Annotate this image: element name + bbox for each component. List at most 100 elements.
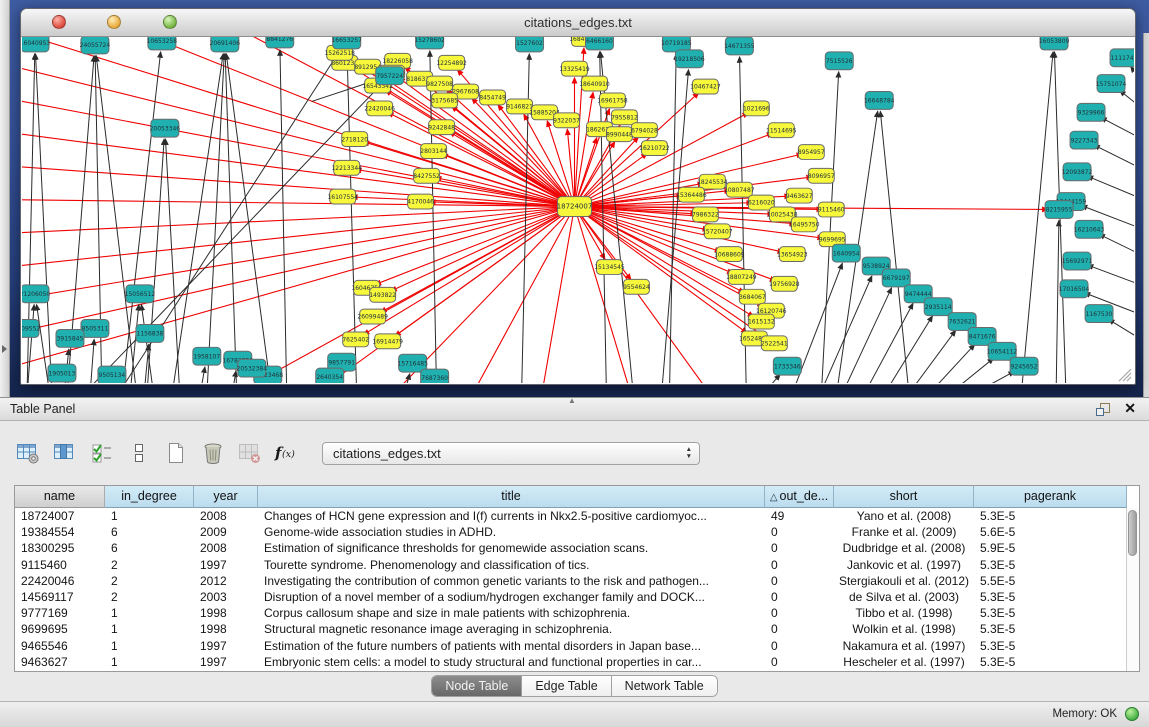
table-row[interactable]: 1456911722003Disruption of a novel membe… [15,589,1126,605]
graph-node[interactable]: 17016504 [1059,280,1090,298]
cell-year[interactable]: 1997 [194,655,258,669]
cell-short[interactable]: Yano et al. (2008) [834,509,974,523]
graph-node[interactable]: 19756928 [769,276,800,291]
column-header-short[interactable]: short [834,486,974,508]
graph-node[interactable]: 16648784 [864,92,895,110]
table-row[interactable]: 1872400712008Changes of HCN gene express… [15,508,1126,524]
cell-out-de-[interactable]: 0 [765,525,834,539]
graph-node[interactable]: 18807249 [726,269,757,284]
tab-edge-table[interactable]: Edge Table [522,676,611,696]
graph-node[interactable]: 16914479 [372,334,403,349]
cell-in-degree[interactable]: 1 [105,509,194,523]
new-document-icon[interactable] [162,440,189,467]
cell-in-degree[interactable]: 2 [105,590,194,604]
table-row[interactable]: 977716911998Corpus callosum shape and si… [15,605,1126,621]
cell-title[interactable]: Corpus callosum shape and size in male p… [258,606,765,620]
cell-year[interactable]: 2012 [194,574,258,588]
cell-name[interactable]: 9115460 [15,558,105,572]
cell-name[interactable]: 9699695 [15,622,105,636]
graph-node[interactable]: 26099489 [357,309,388,324]
table-row[interactable]: 2242004622012Investigating the contribut… [15,573,1126,589]
cell-pagerank[interactable]: 5.3E-5 [974,606,1126,620]
graph-node[interactable]: 3915845 [56,329,84,347]
graph-node[interactable]: 6466160 [585,37,613,50]
table-row[interactable]: 946362711997Embryonic stem cells: a mode… [15,654,1126,670]
graph-node[interactable]: 6679197 [882,269,910,287]
graph-node[interactable]: 1640954 [832,244,860,262]
graph-node[interactable]: 16495750 [789,217,820,232]
graph-node[interactable]: 24055724 [80,37,111,54]
cell-pagerank[interactable]: 5.3E-5 [974,509,1126,523]
cell-year[interactable]: 2008 [194,541,258,555]
close-panel-icon[interactable]: ✕ [1124,400,1136,417]
splitter-handle-icon[interactable]: ▲ [568,396,576,405]
graph-node[interactable]: 20053346 [150,119,181,137]
network-window-titlebar[interactable]: citations_edges.txt [21,9,1135,37]
table-row[interactable]: 911546021997Tourette syndrome. Phenomeno… [15,557,1126,573]
graph-node[interactable]: 12213344 [331,160,362,175]
graph-node[interactable]: 9329966 [1077,103,1105,121]
graph-node[interactable]: 12093872 [1062,163,1093,181]
column-header-in-degree[interactable]: in_degree [105,486,194,508]
graph-node[interactable]: 16053809 [1039,37,1070,50]
graph-node[interactable]: 8841276 [266,37,294,48]
cell-name[interactable]: 22420046 [15,574,105,588]
graph-node[interactable]: 11514695 [766,123,797,138]
checklist-icon[interactable] [88,440,115,467]
vertical-scrollbar[interactable] [1126,508,1139,671]
trash-icon[interactable] [199,440,226,467]
cell-pagerank[interactable]: 5.3E-5 [974,558,1126,572]
cell-title[interactable]: Genome-wide association studies in ADHD. [258,525,765,539]
graph-node[interactable]: 1156838 [136,325,164,343]
graph-node[interactable]: 9227343 [1070,131,1098,149]
cell-pagerank[interactable]: 5.3E-5 [974,639,1126,653]
graph-node[interactable]: 9115460 [818,202,845,217]
cell-name[interactable]: 14569117 [15,590,105,604]
cell-title[interactable]: Structural magnetic resonance image aver… [258,622,765,636]
cell-out-de-[interactable]: 0 [765,558,834,572]
table-row[interactable]: 1830029562008Estimation of significance … [15,540,1126,556]
graph-node[interactable]: 3175685 [431,93,458,108]
cell-year[interactable]: 2009 [194,525,258,539]
cell-in-degree[interactable]: 6 [105,541,194,555]
cell-in-degree[interactable]: 2 [105,574,194,588]
graph-node[interactable]: 1733346 [773,357,801,375]
table-selector-dropdown[interactable]: citations_edges.txt▲▼ [322,442,700,465]
cell-out-de-[interactable]: 0 [765,606,834,620]
graph-node[interactable]: 6794028 [631,123,658,138]
graph-node[interactable]: 1958107 [193,347,221,365]
cell-name[interactable]: 19384554 [15,525,105,539]
graph-node[interactable]: 2522541 [761,336,788,351]
graph-node[interactable]: 18724007 [557,197,593,217]
cell-name[interactable]: 9463627 [15,655,105,669]
graph-node[interactable]: 8096957 [808,168,835,183]
cell-in-degree[interactable]: 1 [105,606,194,620]
graph-node[interactable]: 18640910 [579,76,610,91]
scrollbar-thumb[interactable] [1128,510,1137,556]
column-header-name[interactable]: name [15,486,105,508]
graph-node[interactable]: 16653257 [331,37,362,49]
right-panel-collapse-strip[interactable] [1143,33,1149,397]
delete-table-icon[interactable] [236,440,263,467]
graph-node[interactable]: 9322037 [553,113,580,128]
graph-node[interactable]: 4170046 [407,194,434,209]
graph-node[interactable]: 19218506 [674,50,705,68]
cell-out-de-[interactable]: 0 [765,574,834,588]
cell-out-de-[interactable]: 0 [765,655,834,669]
tab-network-table[interactable]: Network Table [612,676,717,696]
cell-pagerank[interactable]: 5.5E-5 [974,574,1126,588]
graph-node[interactable]: 15364486 [676,187,707,202]
cell-name[interactable]: 9777169 [15,606,105,620]
graph-node[interactable]: 20532384 [237,359,268,377]
graph-node[interactable]: 20691406 [210,37,241,52]
graph-node[interactable]: 15056512 [125,285,156,303]
cell-short[interactable]: de Silva et al. (2003) [834,590,974,604]
column-header-pagerank[interactable]: pagerank [974,486,1127,508]
maximize-traffic-light-icon[interactable] [163,15,177,29]
resize-grip-icon[interactable] [1119,369,1131,381]
function-builder-icon[interactable]: f(x) [273,440,300,467]
graph-node[interactable]: 8505311 [81,320,109,338]
graph-node[interactable]: 8954957 [798,145,825,160]
float-panel-icon[interactable] [1095,402,1111,417]
graph-node[interactable]: 7957224 [376,67,404,85]
